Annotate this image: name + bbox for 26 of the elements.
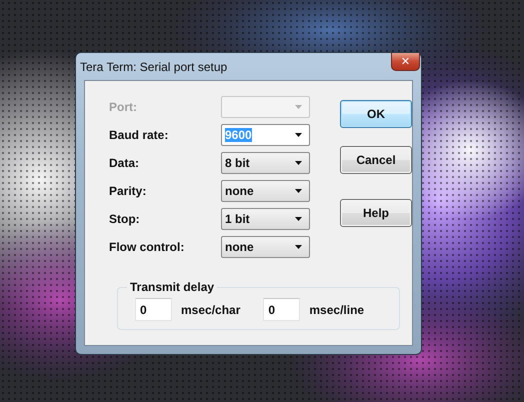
close-button[interactable]: ✕ xyxy=(391,53,420,71)
field-label: Port: xyxy=(109,100,138,114)
caret-icon xyxy=(295,161,302,165)
dropdown[interactable]: none xyxy=(221,180,310,202)
dropdown[interactable]: 8 bit xyxy=(221,152,310,174)
field-label: Stop: xyxy=(109,212,141,226)
field-label: Parity: xyxy=(109,184,148,198)
unit-label: msec/line xyxy=(309,302,364,316)
caret-icon xyxy=(295,105,302,109)
field-label: Baud rate: xyxy=(109,128,170,142)
group-title: Transmit delay xyxy=(129,280,216,294)
input-field[interactable]: 0 xyxy=(135,298,172,321)
dialog-button[interactable]: Cancel xyxy=(340,146,412,174)
caret-icon xyxy=(295,217,302,221)
unit-label: msec/char xyxy=(181,302,240,316)
dropdown[interactable]: 1 bit xyxy=(221,208,310,230)
caret-icon xyxy=(295,133,302,137)
window-title: Tera Term: Serial port setup xyxy=(80,60,228,74)
caret-icon xyxy=(295,245,302,249)
input-field[interactable]: 0 xyxy=(263,298,300,321)
dialog-button[interactable]: OK xyxy=(340,100,412,128)
field-label: Flow control: xyxy=(109,240,186,254)
dialog-button[interactable]: Help xyxy=(340,199,412,227)
caret-icon xyxy=(295,189,302,193)
dropdown[interactable]: none xyxy=(221,236,310,258)
field-label: Data: xyxy=(109,156,140,170)
